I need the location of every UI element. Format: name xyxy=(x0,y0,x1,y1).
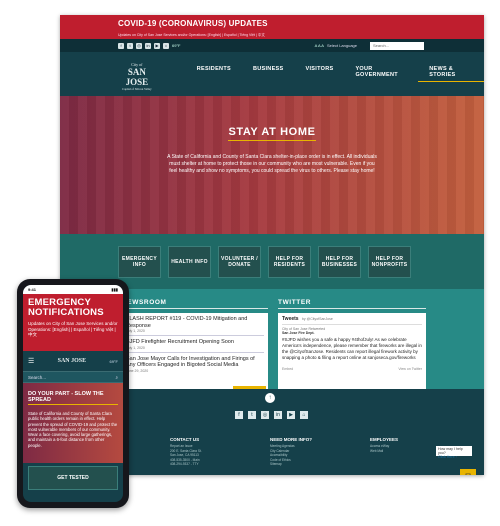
mobile-hero-body: State of California and County of Santa … xyxy=(28,411,118,448)
emergency-subtitle[interactable]: Updates on City of San Jose Services and… xyxy=(28,321,118,338)
footer-more-info: NEED MORE INFO? Meeting Agendas City Cal… xyxy=(270,437,345,467)
mobile-nav: ☰ SAN JOSE 69°F xyxy=(23,351,123,371)
tile-emergency-info[interactable]: EMERGENCY INFO xyxy=(118,245,161,278)
covid-alert-bar[interactable]: COVID-19 (CORONAVIRUS) UPDATES xyxy=(60,15,484,32)
footer-link[interactable]: Web Mail xyxy=(370,449,445,454)
youtube-icon[interactable]: ▶ xyxy=(287,411,295,419)
tweet-account[interactable]: San Jose Fire Dept. xyxy=(282,331,422,335)
status-time: 9:41 xyxy=(28,287,37,292)
nav-item-business[interactable]: BUSINESS xyxy=(242,66,295,82)
view-on-twitter-link[interactable]: View on Twitter xyxy=(398,367,422,371)
linkedin-icon[interactable]: in xyxy=(145,42,151,49)
news-date: July 1, 2020 xyxy=(126,345,145,350)
tile-health-info[interactable]: HEALTH INFO xyxy=(168,245,211,278)
footer-link[interactable]: 408-294-9337 - TTY xyxy=(170,462,245,467)
emergency-title: EMERGENCY NOTIFICATIONS xyxy=(28,297,104,318)
twitter-icon[interactable]: t xyxy=(248,411,256,419)
facebook-icon[interactable]: f xyxy=(118,42,124,49)
language-select[interactable]: Select Language xyxy=(327,43,357,48)
nav-item-news[interactable]: NEWS & STORIES xyxy=(418,66,484,82)
phone-mockup: 9:41 ▮▮▮ EMERGENCY NOTIFICATIONS Updates… xyxy=(17,279,129,508)
main-nav: City of SAN JOSE Capital of Silicon Vall… xyxy=(60,52,484,96)
hamburger-menu-icon[interactable]: ☰ xyxy=(28,357,34,365)
utility-bar: f t ◎ in ▶ ⌂ 69°F A A A Select Language … xyxy=(60,39,484,52)
twitter-widget[interactable]: Tweets by @CityofSanJose City of San Jos… xyxy=(278,313,426,397)
nav-item-residents[interactable]: RESIDENTS xyxy=(186,66,242,82)
nav-item-government[interactable]: YOUR GOVERNMENT xyxy=(344,66,418,82)
chat-icon[interactable]: ✉ xyxy=(460,469,476,475)
twitter-handle[interactable]: by @CityofSanJose xyxy=(302,317,333,321)
twitter-icon[interactable]: t xyxy=(127,42,133,49)
embed-link[interactable]: Embed xyxy=(282,367,293,371)
phone-screen: 9:41 ▮▮▮ EMERGENCY NOTIFICATIONS Updates… xyxy=(23,285,123,502)
status-bar: 9:41 ▮▮▮ xyxy=(23,285,123,294)
instagram-icon[interactable]: ◎ xyxy=(136,42,142,49)
list-item[interactable]: SJFD Firefighter Recruitment Opening Soo… xyxy=(126,339,264,353)
mobile-search-input[interactable]: Search... xyxy=(28,375,46,380)
newsroom-heading: NEWSROOM xyxy=(122,299,268,309)
emergency-banner[interactable]: EMERGENCY NOTIFICATIONS Updates on City … xyxy=(23,294,123,351)
instagram-icon[interactable]: ◎ xyxy=(261,411,269,419)
nextdoor-icon[interactable]: ⌂ xyxy=(163,42,169,49)
newsroom: NEWSROOM FLASH REPORT #119 - COVID-19 Mi… xyxy=(122,299,268,399)
linkedin-icon[interactable]: in xyxy=(274,411,282,419)
news-date: July 1, 2020 xyxy=(126,329,145,333)
mobile-hero: DO YOUR PART - SLOW THE SPREAD State of … xyxy=(23,383,123,463)
news-title[interactable]: FLASH REPORT #119 - COVID-19 Mitigation … xyxy=(126,316,264,329)
footer-employees: EMPLOYEES Access eWay Web Mail xyxy=(370,437,445,467)
back-to-top-button[interactable]: ↑ xyxy=(265,393,275,403)
weather-readout: 69°F xyxy=(172,43,181,48)
text-size-controls[interactable]: A A A xyxy=(315,43,324,48)
news-title[interactable]: San Jose Mayor Calls for Investigation a… xyxy=(126,356,264,369)
list-item[interactable]: FLASH REPORT #119 - COVID-19 Mitigation … xyxy=(126,316,264,336)
logo-line3: Capital of Silicon Valley xyxy=(122,87,152,91)
facebook-icon[interactable]: f xyxy=(235,411,243,419)
hero-body: A State of California and County of Sant… xyxy=(167,154,377,174)
twitter-widget-footer: Embed View on Twitter xyxy=(282,367,422,371)
nav-items: RESIDENTS BUSINESS VISITORS YOUR GOVERNM… xyxy=(186,66,484,82)
twitter-feed: TWITTER Tweets by @CityofSanJose City of… xyxy=(278,299,426,399)
tile-help-businesses[interactable]: HELP FOR BUSINESSES xyxy=(318,245,361,278)
hero-title-text: STAY AT HOME xyxy=(228,126,316,141)
mobile-weather: 69°F xyxy=(109,358,118,364)
footer-link[interactable]: Sitemap xyxy=(270,462,345,467)
tweets-label: Tweets xyxy=(282,316,299,322)
footer-social-links: f t ◎ in ▶ ⌂ xyxy=(235,411,308,419)
get-tested-button[interactable]: GET TESTED xyxy=(28,466,118,490)
tile-volunteer[interactable]: VOLUNTEER / DONATE xyxy=(218,245,261,278)
nav-item-visitors[interactable]: VISITORS xyxy=(294,66,344,82)
news-date: June 29, 2020 xyxy=(126,368,149,373)
news-list: FLASH REPORT #119 - COVID-19 Mitigation … xyxy=(122,313,268,397)
footer-heading: EMPLOYEES xyxy=(370,437,399,442)
hero-banner: STAY AT HOME A State of California and C… xyxy=(60,96,484,234)
page-canvas: COVID-19 (CORONAVIRUS) UPDATES Updates o… xyxy=(0,0,500,526)
chat-help-bubble[interactable]: How may I help you? Click Here › xyxy=(436,446,472,459)
search-input[interactable]: Search... xyxy=(370,41,424,50)
mobile-hero-title: DO YOUR PART - SLOW THE SPREAD xyxy=(28,391,118,405)
youtube-icon[interactable]: ▶ xyxy=(154,42,160,49)
footer-heading: NEED MORE INFO? xyxy=(270,437,313,442)
hero-title: STAY AT HOME xyxy=(60,96,484,141)
twitter-heading: TWITTER xyxy=(278,299,426,309)
mobile-search[interactable]: Search... ⌕ xyxy=(23,371,123,383)
tile-help-nonprofits[interactable]: HELP FOR NONPROFITS xyxy=(368,245,411,278)
list-item[interactable]: San Jose Mayor Calls for Investigation a… xyxy=(126,356,264,375)
help-text: How may I help you? xyxy=(438,447,463,455)
tweet-text: #SJFD wishes you a safe & happy #4thofJu… xyxy=(282,337,422,360)
mobile-logo[interactable]: SAN JOSE xyxy=(58,358,87,364)
alert-language-links[interactable]: Updates on City of San Jose Services and… xyxy=(60,32,484,39)
battery-icon: ▮▮▮ xyxy=(111,287,118,292)
search-icon[interactable]: ⌕ xyxy=(115,375,118,380)
city-logo[interactable]: City of SAN JOSE Capital of Silicon Vall… xyxy=(118,62,156,91)
footer-contact: CONTACT US Report an Issue 200 E. Santa … xyxy=(170,437,245,467)
tile-help-residents[interactable]: HELP FOR RESIDENTS xyxy=(268,245,311,278)
twitter-widget-header: Tweets by @CityofSanJose xyxy=(282,316,422,325)
logo-line2: SAN JOSE xyxy=(125,67,149,87)
help-sub[interactable]: Click Here › xyxy=(438,455,470,459)
footer-heading: CONTACT US xyxy=(170,437,200,442)
footer-columns: CONTACT US Report an Issue 200 E. Santa … xyxy=(170,437,445,467)
nextdoor-icon[interactable]: ⌂ xyxy=(300,411,308,419)
